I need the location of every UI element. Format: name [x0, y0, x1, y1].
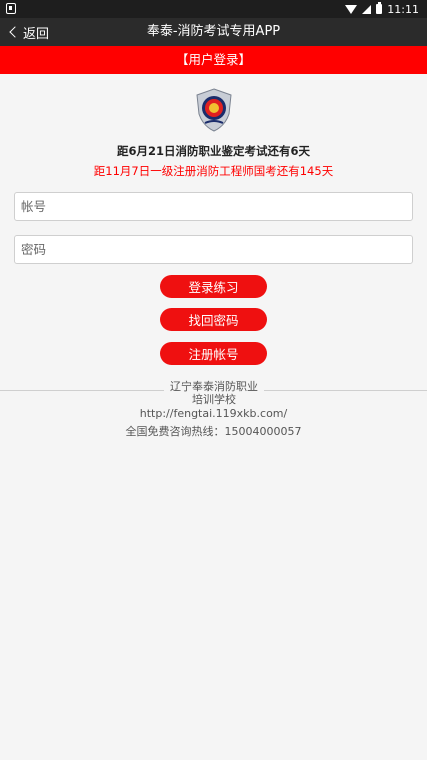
status-time: 11:11	[387, 2, 419, 16]
register-account-button[interactable]: 注册帐号	[160, 342, 267, 365]
login-practice-button[interactable]: 登录练习	[160, 275, 267, 298]
app-title: 奉泰-消防考试专用APP	[146, 24, 281, 39]
account-input[interactable]	[14, 192, 413, 221]
school-name-line1: 辽宁奉泰消防职业	[170, 380, 258, 393]
fire-department-logo	[196, 88, 232, 132]
consult-hotline: 全国免费咨询热线：15004000057	[125, 425, 302, 438]
school-name: 辽宁奉泰消防职业 培训学校	[164, 380, 264, 406]
wifi-icon	[345, 4, 358, 14]
chevron-left-icon	[9, 26, 21, 38]
back-button[interactable]: 返回	[8, 18, 49, 46]
battery-icon	[376, 2, 383, 14]
exam-countdown-engineer: 距11月7日一级注册消防工程师国考还有145天	[93, 164, 334, 178]
app-bar: 奉泰-消防考试专用APP 返回	[0, 18, 427, 46]
notification-icon	[6, 3, 16, 14]
status-bar: 11:11	[0, 0, 427, 18]
school-name-line2: 培训学校	[192, 393, 236, 406]
find-password-button[interactable]: 找回密码	[160, 308, 267, 331]
school-website-link[interactable]: http://fengtai.119xkb.com/	[0, 407, 427, 420]
password-input[interactable]	[14, 235, 413, 264]
back-label: 返回	[23, 26, 50, 42]
exam-countdown-vocational: 距6月21日消防职业鉴定考试还有6天	[116, 144, 310, 158]
page-title: 【用户登录】	[0, 46, 427, 74]
signal-icon	[362, 4, 372, 14]
status-indicators: 11:11	[345, 1, 419, 17]
